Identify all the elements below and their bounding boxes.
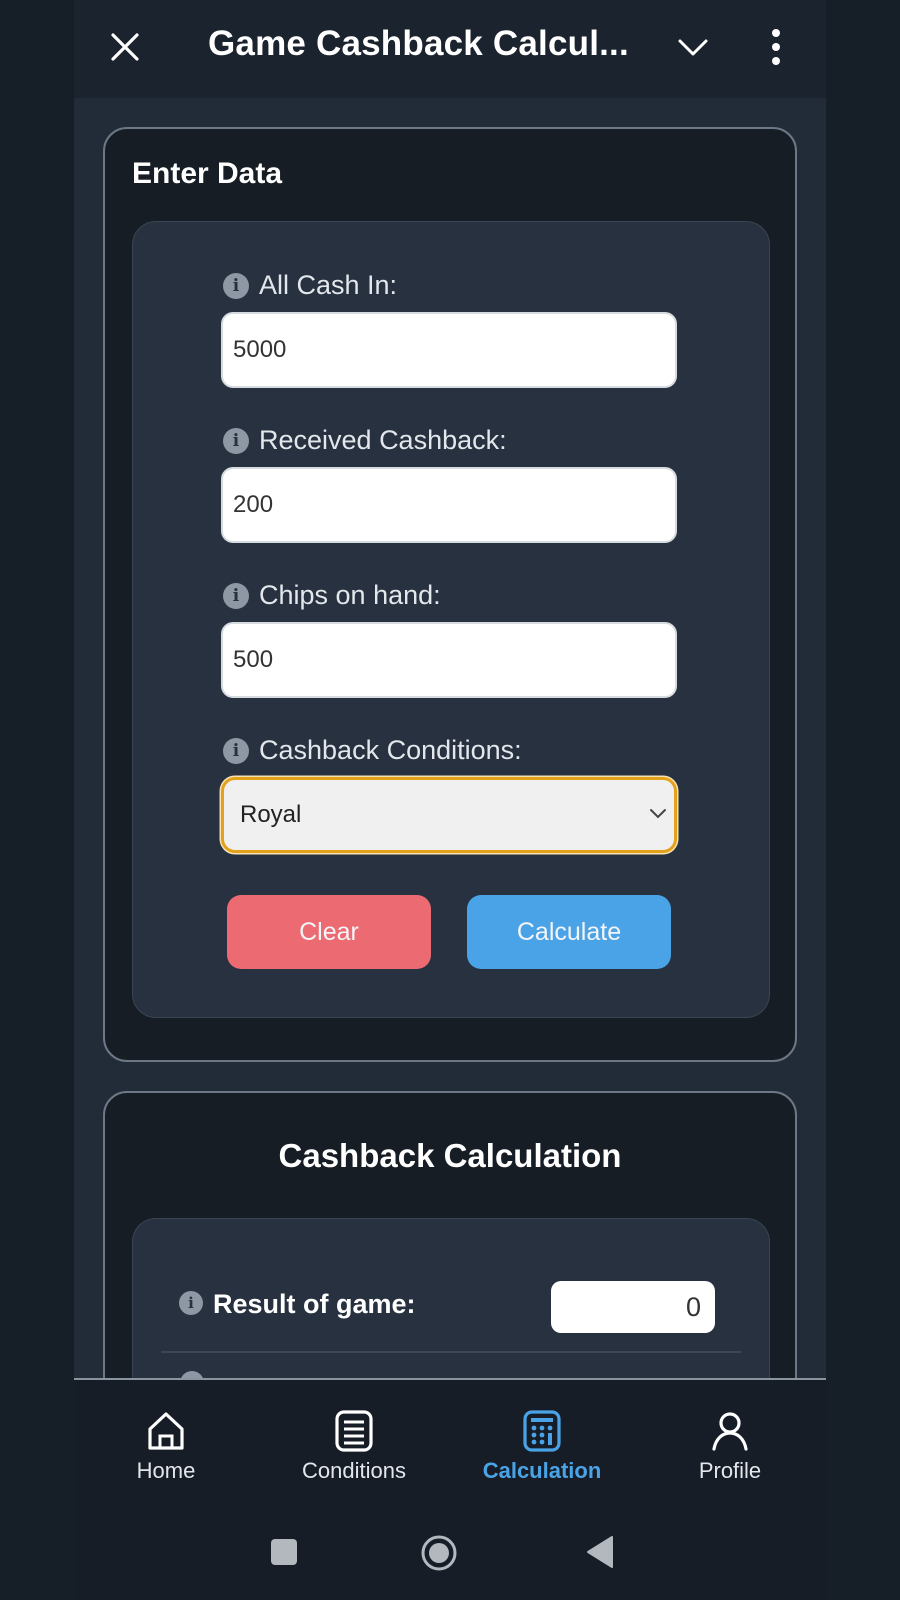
cashback-calculation-card: Cashback Calculation i Result of game: 0: [103, 1091, 797, 1378]
close-icon[interactable]: [108, 30, 142, 64]
nav-calculation[interactable]: Calculation: [452, 1410, 632, 1484]
nav-conditions[interactable]: Conditions: [264, 1410, 444, 1484]
result-label-text: Result of game:: [213, 1289, 416, 1319]
list-icon: [335, 1410, 373, 1452]
chips-on-hand-label: i Chips on hand:: [223, 580, 441, 611]
result-value: 0: [551, 1281, 715, 1333]
field-label-text: Cashback Conditions:: [259, 735, 522, 765]
enter-data-form: i All Cash In: i Received Cashback: i Ch…: [132, 221, 770, 1018]
home-icon: [148, 1412, 184, 1450]
received-cashback-label: i Received Cashback:: [223, 425, 507, 456]
nav-label: Conditions: [302, 1458, 406, 1483]
nav-profile[interactable]: Profile: [640, 1410, 820, 1484]
selected-option: Royal: [240, 801, 302, 828]
chevron-down-icon[interactable]: [676, 34, 710, 60]
info-icon[interactable]: [180, 1371, 204, 1378]
result-of-game-row: i Result of game: 0: [179, 1281, 719, 1333]
chevron-down-icon: [650, 809, 666, 819]
cashback-conditions-select[interactable]: Royal: [221, 777, 677, 853]
field-label-text: Chips on hand:: [259, 580, 441, 610]
nav-label: Profile: [698, 1458, 762, 1483]
back-icon[interactable]: [586, 1535, 614, 1569]
received-cashback-input[interactable]: [221, 467, 677, 543]
result-label: i Result of game:: [179, 1289, 416, 1320]
cashback-conditions-label: i Cashback Conditions:: [223, 735, 522, 766]
system-navigation-bar: [74, 1490, 826, 1600]
recents-icon[interactable]: [270, 1538, 298, 1566]
enter-data-card: Enter Data i All Cash In: i Received Cas…: [103, 127, 797, 1062]
nav-label: Home: [136, 1458, 196, 1483]
calculate-button[interactable]: Calculate: [467, 895, 671, 969]
scroll-content[interactable]: Enter Data i All Cash In: i Received Cas…: [74, 98, 826, 1378]
calculation-results: i Result of game: 0: [132, 1218, 770, 1378]
nav-home[interactable]: Home: [76, 1410, 256, 1484]
nav-label: Calculation: [482, 1458, 602, 1483]
divider: [161, 1351, 741, 1353]
app-screen: Game Cashback Calcul... Enter Data i All…: [74, 0, 826, 1600]
home-circle-icon[interactable]: [420, 1534, 458, 1572]
info-icon[interactable]: i: [223, 582, 249, 609]
all-cash-in-label: i All Cash In:: [223, 270, 397, 301]
field-label-text: All Cash In:: [259, 270, 398, 300]
clear-button[interactable]: Clear: [227, 895, 431, 969]
field-label-text: Received Cashback:: [259, 425, 507, 455]
profile-icon: [712, 1412, 748, 1451]
calculator-icon: [523, 1410, 561, 1452]
enter-data-heading: Enter Data: [132, 157, 283, 190]
info-icon[interactable]: i: [223, 272, 249, 299]
info-icon[interactable]: i: [179, 1290, 203, 1315]
cashback-calculation-heading: Cashback Calculation: [278, 1137, 622, 1174]
info-icon[interactable]: i: [223, 427, 249, 454]
all-cash-in-input[interactable]: [221, 312, 677, 388]
bottom-navigation: Home Conditions Calculation Profile: [74, 1378, 826, 1490]
page-title: Game Cashback Calcul...: [208, 24, 629, 63]
more-vertical-icon[interactable]: [770, 28, 782, 66]
info-icon[interactable]: i: [223, 737, 249, 764]
top-app-bar: Game Cashback Calcul...: [74, 0, 826, 98]
chips-on-hand-input[interactable]: [221, 622, 677, 698]
